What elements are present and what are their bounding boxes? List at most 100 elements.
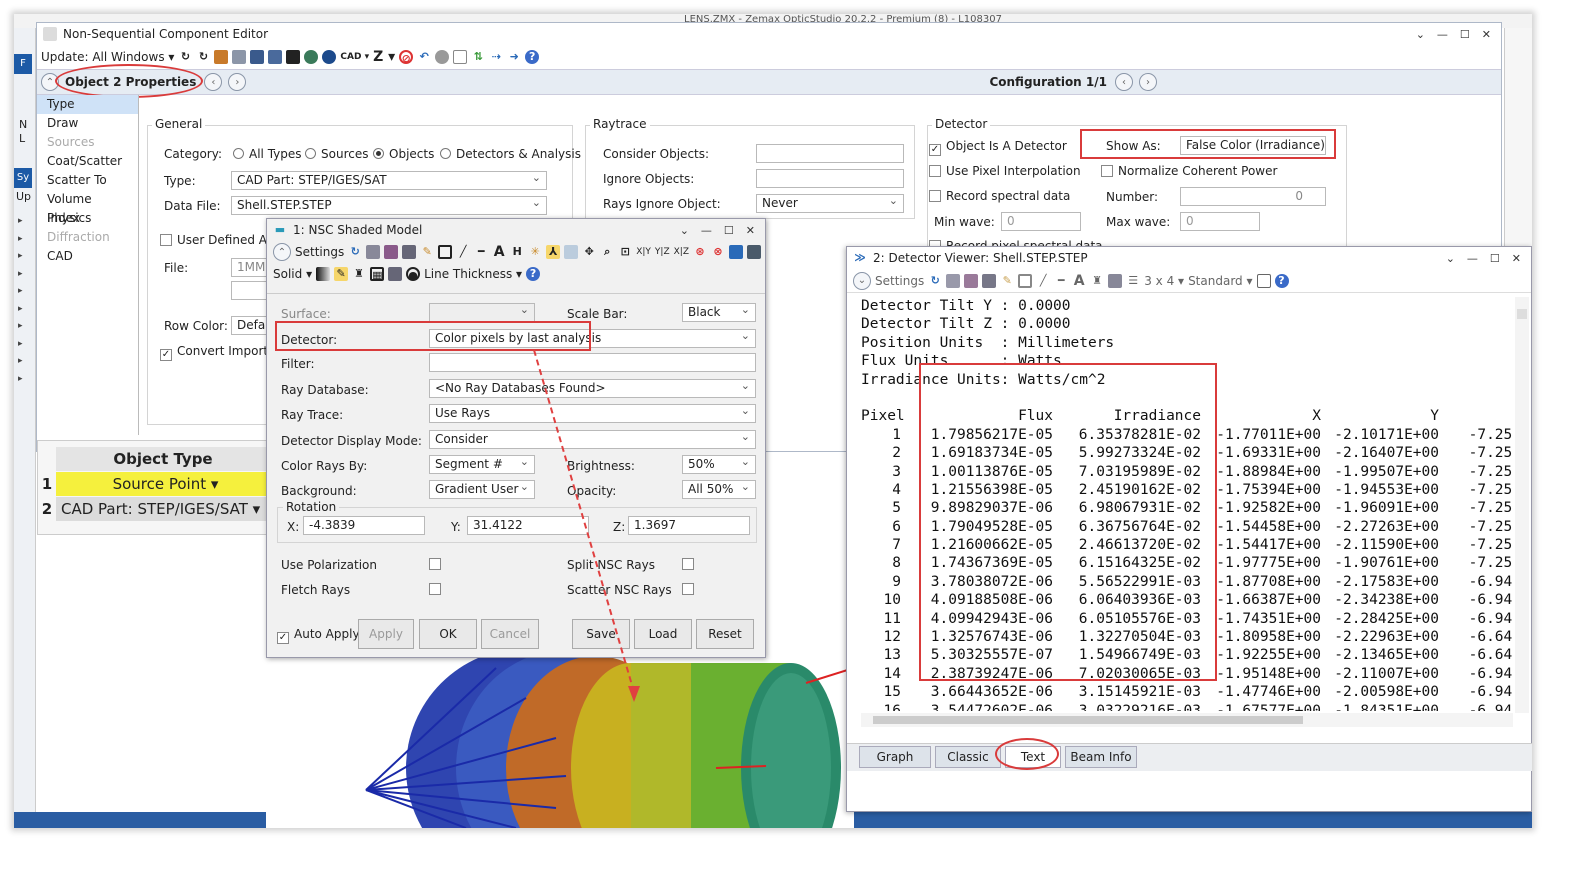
xz-view-icon[interactable]: X|Z: [674, 247, 689, 257]
polarization-checkbox[interactable]: [429, 558, 441, 570]
arrows-icon[interactable]: ⇢: [489, 50, 503, 64]
cube2-icon[interactable]: [268, 50, 283, 64]
ok-button[interactable]: OK: [419, 619, 477, 649]
filter-input[interactable]: [429, 353, 756, 372]
dimension-icon[interactable]: H: [510, 245, 524, 259]
undo-icon[interactable]: ↶: [417, 50, 431, 64]
file-field[interactable]: 1MM: [231, 258, 271, 277]
grid-row-1[interactable]: 1 Source Point ▾: [38, 472, 270, 496]
cube-view-icon[interactable]: [729, 245, 743, 259]
object-icon[interactable]: [232, 50, 247, 64]
maximize-icon[interactable]: ☐: [1460, 28, 1470, 41]
light-icon[interactable]: ✎: [334, 267, 349, 281]
type-select[interactable]: CAD Part: STEP/IGES/SAT: [231, 171, 547, 190]
target-icon[interactable]: ●: [406, 267, 421, 282]
save-icon[interactable]: [384, 245, 399, 259]
cube-icon[interactable]: [250, 50, 265, 64]
line-thickness-dropdown[interactable]: Line Thickness ▾: [424, 267, 522, 281]
number-spinner[interactable]: 0: [1180, 187, 1326, 206]
scale-bar-select[interactable]: Black: [682, 303, 756, 322]
apply-button[interactable]: Apply: [358, 619, 414, 649]
line-icon[interactable]: ╱: [1036, 274, 1050, 288]
max-wave-input[interactable]: 0: [1180, 212, 1260, 231]
ray-database-select[interactable]: <No Ray Databases Found>: [429, 379, 756, 398]
dropdown-icon[interactable]: ⌄: [1446, 252, 1455, 265]
collapse-button[interactable]: ‹: [204, 73, 223, 91]
surface-select[interactable]: [429, 303, 535, 322]
solid-view-icon[interactable]: [747, 245, 761, 259]
save-icon[interactable]: [964, 273, 979, 288]
maximize-icon[interactable]: ☐: [724, 224, 734, 237]
layers-icon[interactable]: ☰: [1126, 274, 1140, 288]
tab-graph[interactable]: Graph: [859, 746, 931, 768]
update-dropdown[interactable]: Update: All Windows ▾: [41, 50, 174, 64]
horizontal-scrollbar[interactable]: [861, 713, 1513, 727]
settings-button[interactable]: Settings: [875, 274, 924, 288]
row-color-select[interactable]: Defau: [231, 316, 271, 335]
ray-icon[interactable]: ⊛: [693, 245, 707, 259]
cad-icon[interactable]: CAD ▾: [340, 52, 369, 62]
type-list-item[interactable]: Scatter To: [37, 171, 138, 190]
user-defined-checkbox[interactable]: User Defined Ape: [160, 233, 282, 247]
ray-trace-select[interactable]: Use Rays: [429, 404, 756, 423]
expand-button[interactable]: ›: [228, 73, 247, 91]
object-is-detector-checkbox[interactable]: ✓ Object Is A Detector: [929, 139, 1067, 156]
settings-button[interactable]: Settings: [295, 245, 344, 259]
copy-icon[interactable]: [366, 245, 381, 259]
save-button[interactable]: Save: [572, 619, 630, 649]
view-icon[interactable]: [564, 245, 579, 259]
sphere-icon[interactable]: [322, 50, 337, 64]
tab-classic[interactable]: Classic: [935, 746, 1001, 768]
color-rays-select[interactable]: Segment #: [429, 455, 535, 474]
yz-view-icon[interactable]: Y|Z: [655, 247, 670, 257]
screen-icon[interactable]: [1108, 273, 1123, 288]
type-list-item[interactable]: Sources: [37, 133, 138, 152]
refresh-icon[interactable]: ↻: [928, 274, 942, 288]
refresh-icon[interactable]: ↻: [348, 245, 362, 259]
load-button[interactable]: Load: [634, 619, 692, 649]
help-icon[interactable]: ?: [1274, 273, 1289, 288]
type-list-item[interactable]: Type: [37, 95, 138, 114]
arrow-right-icon[interactable]: ➜: [507, 50, 521, 64]
background-select[interactable]: Gradient User: [429, 480, 535, 499]
lock-icon[interactable]: ♜: [1090, 274, 1104, 288]
minimize-icon[interactable]: —: [1437, 28, 1448, 41]
standard-dropdown[interactable]: Standard ▾: [1188, 274, 1252, 288]
type-list-item[interactable]: Draw: [37, 114, 138, 133]
help-icon[interactable]: ?: [525, 50, 540, 64]
z-icon[interactable]: Z ▾: [373, 49, 395, 65]
rectangle-icon[interactable]: [438, 245, 453, 259]
config-prev-button[interactable]: ‹: [1115, 73, 1133, 91]
pencil-icon[interactable]: ✎: [1000, 274, 1014, 288]
rays-ignore-select[interactable]: Never: [756, 194, 904, 213]
grid-row-2[interactable]: 2 CAD Part: STEP/IGES/SAT ▾ Sh: [38, 497, 270, 521]
refresh-icon[interactable]: ↻: [178, 50, 192, 64]
group-icon[interactable]: [304, 50, 319, 64]
datafile-select[interactable]: Shell.STEP.STEP: [231, 196, 547, 215]
consider-objects-input[interactable]: [756, 144, 904, 163]
dropdown-icon[interactable]: ⌄: [1416, 28, 1425, 41]
rotation-x-input[interactable]: -4.3839: [303, 516, 425, 535]
type-list-item[interactable]: Coat/Scatter: [37, 152, 138, 171]
grid-row-1-type[interactable]: Source Point ▾: [56, 472, 270, 496]
pan-icon[interactable]: ✥: [582, 245, 596, 259]
rotation-z-input[interactable]: 1.3697: [628, 516, 750, 535]
type-list-item[interactable]: Volume Physics: [37, 190, 138, 225]
pixel-interpolation-checkbox[interactable]: Use Pixel Interpolation: [929, 164, 1081, 178]
split-rays-checkbox[interactable]: [682, 558, 694, 570]
text-icon[interactable]: A: [1072, 274, 1086, 288]
toggle-icon[interactable]: [435, 50, 450, 64]
type-list-item[interactable]: CAD: [37, 247, 138, 266]
left-tab-sy[interactable]: Sy: [14, 168, 32, 188]
scatter-rays-checkbox[interactable]: [682, 583, 694, 595]
normalize-coherent-checkbox[interactable]: Normalize Coherent Power: [1101, 164, 1277, 178]
dash-icon[interactable]: ━: [474, 245, 488, 259]
close-icon[interactable]: ✕: [1512, 252, 1521, 265]
collapse-settings-button[interactable]: ⌄: [853, 271, 871, 290]
display-mode-select[interactable]: Consider: [429, 430, 756, 449]
close-icon[interactable]: ✕: [1482, 28, 1491, 41]
config-next-button[interactable]: ›: [1139, 73, 1157, 91]
pencil-icon[interactable]: ✎: [420, 245, 434, 259]
refresh-all-icon[interactable]: ↻: [196, 50, 210, 64]
frame-icon[interactable]: ▦: [370, 267, 385, 282]
